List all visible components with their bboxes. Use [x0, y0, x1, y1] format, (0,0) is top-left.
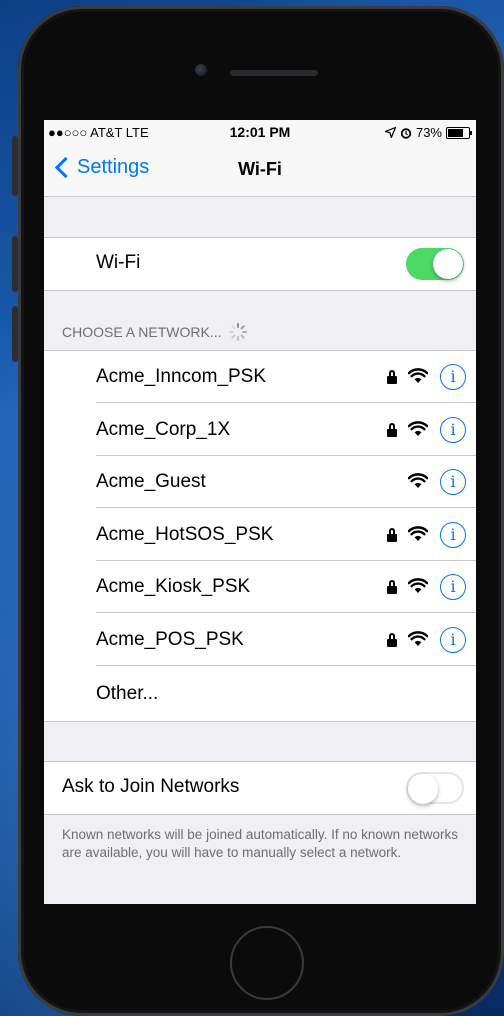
wifi-toggle-label: Wi-Fi: [96, 252, 141, 273]
network-row[interactable]: Acme_Corp_1X i: [44, 404, 476, 456]
ask-to-join-label: Ask to Join Networks: [62, 776, 240, 797]
network-list: Acme_Inncom_PSK i Acme_Corp_1X i Acme_Guest i…: [44, 350, 476, 722]
other-network-row[interactable]: Other...: [44, 666, 476, 720]
wifi-signal-icon: [407, 630, 429, 647]
battery-icon: [446, 126, 472, 139]
network-name: Acme_Kiosk_PSK: [96, 576, 251, 597]
volume-down-button: [12, 306, 18, 362]
status-bar: ●●○○○ AT&T LTE 12:01 PM 73%: [44, 120, 476, 144]
network-name: Acme_Inncom_PSK: [96, 366, 267, 387]
lock-icon: [387, 422, 397, 437]
lock-icon: [387, 370, 397, 384]
wifi-toggle-row: Wi-Fi: [44, 237, 476, 291]
network-row[interactable]: Acme_POS_PSK i: [44, 614, 476, 666]
toggle-knob: [433, 249, 463, 279]
front-camera: [195, 64, 207, 76]
ask-to-join-description: Known networks will be joined automatica…: [62, 827, 458, 860]
battery-percent: 73%: [415, 125, 442, 140]
home-button[interactable]: [230, 926, 304, 1000]
status-right: 73%: [384, 125, 472, 140]
section-header: CHOOSE A NETWORK...: [62, 323, 248, 341]
info-icon[interactable]: i: [440, 626, 466, 653]
ask-to-join-switch[interactable]: [406, 772, 464, 804]
page-title: Wi-Fi: [238, 159, 282, 179]
earpiece-speaker: [230, 70, 318, 76]
network-row[interactable]: Acme_Guest i: [44, 456, 476, 508]
wifi-signal-icon: [407, 368, 429, 384]
navigation-bar: Settings Wi-Fi: [44, 144, 476, 197]
wifi-signal-icon: [407, 578, 429, 594]
info-icon[interactable]: i: [440, 364, 466, 390]
wifi-signal-icon: [407, 525, 429, 542]
loading-spinner-icon: [229, 323, 248, 341]
info-icon[interactable]: i: [440, 574, 466, 600]
lock-icon: [387, 527, 397, 542]
network-name: Acme_Guest: [96, 471, 206, 492]
lock-icon: [387, 632, 397, 647]
network-row[interactable]: Acme_Kiosk_PSK i: [44, 561, 476, 613]
network-row[interactable]: Acme_Inncom_PSK i: [44, 351, 476, 403]
lock-icon: [387, 580, 397, 594]
toggle-knob: [408, 774, 438, 804]
other-network-label: Other...: [96, 683, 159, 704]
alarm-icon: [400, 127, 412, 139]
wifi-signal-icon: [407, 420, 429, 437]
network-row[interactable]: Acme_HotSOS_PSK i: [44, 509, 476, 561]
info-icon[interactable]: i: [440, 469, 466, 495]
info-icon[interactable]: i: [440, 521, 466, 548]
ask-to-join-row: Ask to Join Networks: [44, 761, 476, 815]
network-name: Acme_HotSOS_PSK: [96, 523, 274, 545]
wifi-toggle-switch[interactable]: [406, 248, 464, 280]
section-header-label: CHOOSE A NETWORK...: [62, 324, 222, 340]
location-arrow-icon: [384, 127, 396, 138]
info-icon[interactable]: i: [440, 416, 466, 443]
network-name: Acme_POS_PSK: [96, 628, 244, 650]
wifi-signal-icon: [407, 473, 429, 489]
volume-up-button: [12, 236, 18, 292]
network-name: Acme_Corp_1X: [96, 418, 231, 440]
screen: ●●○○○ AT&T LTE 12:01 PM 73% Settings Wi-…: [44, 120, 476, 904]
